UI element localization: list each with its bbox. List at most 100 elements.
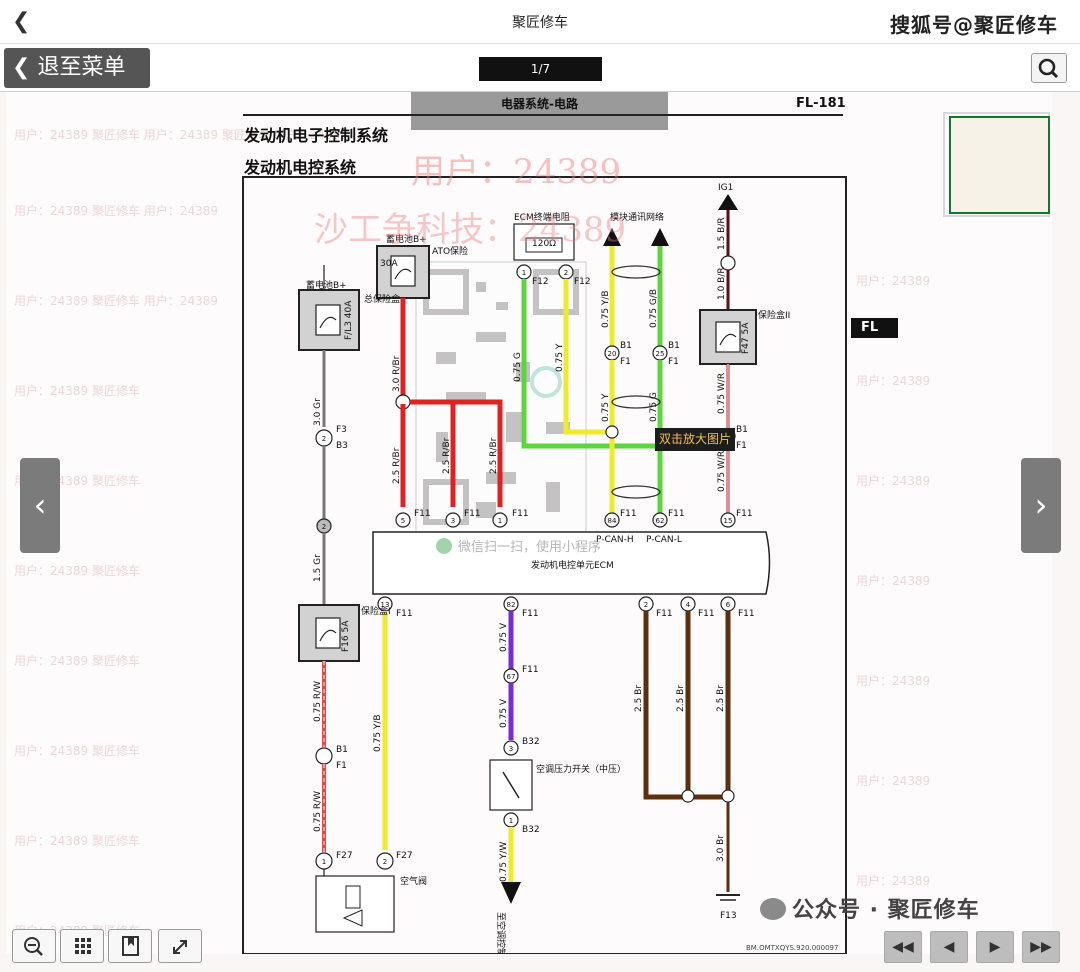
- wechat-icon: [760, 898, 786, 920]
- zoom-hint: 双击放大图片: [655, 428, 735, 451]
- connector-label: F1: [668, 357, 679, 367]
- label-30a: 30A: [380, 259, 398, 269]
- zoom-button[interactable]: [12, 929, 56, 963]
- connector-label: F1: [620, 357, 631, 367]
- search-button[interactable]: [1031, 53, 1067, 83]
- pin-number: 2: [383, 858, 387, 866]
- label-ig1: IG1: [718, 183, 733, 193]
- pin-number: 2: [564, 269, 568, 277]
- connector-label: F11: [736, 509, 753, 519]
- page-thumbnail[interactable]: [943, 112, 1050, 217]
- pin-number: 13: [381, 601, 390, 609]
- connector-label: B1: [668, 341, 680, 351]
- wire-label: 3.0 R/Br: [392, 355, 402, 392]
- wire-label: 3.0 Gr: [313, 398, 323, 426]
- wire-label: 2.5 R/Br: [392, 447, 402, 484]
- bookmark-icon: [122, 936, 139, 956]
- next-page-button[interactable]: ›: [1021, 458, 1061, 553]
- search-icon: [1038, 58, 1059, 79]
- connector-label: F12: [532, 277, 549, 287]
- connector-label: B1: [620, 341, 632, 351]
- connector-label: F11: [396, 609, 413, 619]
- fullscreen-button[interactable]: [158, 929, 202, 963]
- label-fuse-box2: 保险盒II: [758, 309, 790, 321]
- connector-label: F12: [574, 277, 591, 287]
- pin-number: 62: [656, 517, 665, 525]
- back-to-menu-label: 退至菜单: [37, 55, 126, 80]
- wire-label: 0.75 Y: [555, 343, 565, 372]
- pin-number: 2: [322, 435, 326, 443]
- wechat-icon: [436, 538, 452, 554]
- connector-label: F11: [656, 609, 673, 619]
- wechat-hint: 微信扫一扫，使用小程序: [436, 536, 601, 555]
- wire-label: 0.75 W/R: [717, 373, 727, 414]
- connector-label: B32: [522, 825, 540, 835]
- pin-number: 2: [644, 601, 648, 609]
- pin-number: 6: [726, 601, 731, 609]
- connector-label: F11: [668, 509, 685, 519]
- connector-label: F11: [464, 509, 481, 519]
- page-indicator: 1/7: [479, 57, 602, 81]
- wire-label: 0.75 Y/W: [499, 842, 509, 882]
- prev-page-button[interactable]: ‹: [20, 458, 60, 553]
- grid-view-button[interactable]: [60, 929, 104, 963]
- pin-number: 3: [451, 517, 455, 525]
- viewer-toolbar: ❮ 退至菜单 1/7: [0, 44, 1080, 92]
- expand-icon: [173, 940, 187, 954]
- wire-label: 0.75 V: [499, 622, 509, 652]
- wire-label: 0.75 R/W: [313, 681, 323, 722]
- document-page[interactable]: 用户：24389 聚匠修车 用户：24389 聚匠修车 用户：24389 用户：…: [6, 92, 1052, 954]
- pin-number: 25: [656, 350, 665, 358]
- grid-icon: [75, 938, 91, 954]
- connector-label: F11: [414, 509, 431, 519]
- connector-label: F1: [736, 441, 747, 451]
- connector-label: F11: [512, 509, 529, 519]
- back-to-menu-button[interactable]: ❮ 退至菜单: [4, 48, 150, 88]
- connector-label: F11: [522, 665, 539, 675]
- label-pcan-l: P-CAN-L: [646, 535, 682, 545]
- viewer-screen: ❮ 聚匠修车 搜狐号@聚匠修车 ❮ 退至菜单 1/7 用户：24389 聚匠修车…: [0, 0, 1080, 972]
- pin-number: 1: [522, 269, 526, 277]
- connector-label: F1: [336, 761, 347, 771]
- first-page-button[interactable]: ◀◀: [884, 931, 922, 963]
- wire-label: 3.0 Br: [716, 835, 726, 862]
- connector-label: B3: [336, 441, 348, 451]
- app-bar: ❮ 聚匠修车 搜狐号@聚匠修车: [0, 0, 1080, 44]
- pin-number: 20: [608, 350, 617, 358]
- pin-number: 4: [686, 601, 691, 609]
- wire-label: 0.75 V: [499, 698, 509, 728]
- next-button[interactable]: ▶: [976, 931, 1014, 963]
- chevron-left-icon: ❮: [12, 55, 31, 80]
- wire-label: 1.5 B/R: [717, 217, 727, 250]
- wire-label: 0.75 R/W: [313, 791, 323, 832]
- zoom-out-icon: [24, 937, 43, 956]
- connector-label: B32: [522, 737, 540, 747]
- wechat-hint-text: 微信扫一扫，使用小程序: [458, 540, 602, 555]
- connector-label: B1: [736, 425, 748, 435]
- wire-label: 0.75 Y/B: [601, 290, 611, 328]
- publisher-text: 公众号 · 聚匠修车: [792, 898, 980, 923]
- publisher-watermark: 公众号 · 聚匠修车: [760, 892, 980, 924]
- prev-button[interactable]: ◀: [930, 931, 968, 963]
- label-fuse-fl3: F/L3 40A: [344, 300, 354, 340]
- pin-number: 15: [724, 517, 733, 525]
- label-ac-valve: 空气阀: [400, 875, 427, 887]
- pin-number: 1: [509, 817, 513, 825]
- wire-label: 2.5 R/Br: [489, 437, 499, 474]
- wire-label: 0.75 G: [649, 392, 659, 422]
- wire-label: 2.5 Br: [634, 685, 644, 712]
- wire-label: 0.75 W/R: [717, 451, 727, 492]
- user-watermark: 用户：24389: [411, 152, 622, 192]
- connector-label: F3: [336, 425, 347, 435]
- pin-number: 67: [507, 673, 516, 681]
- bookmark-button[interactable]: [108, 929, 152, 963]
- pin-number: 1: [498, 517, 502, 525]
- connector-label: F11: [522, 609, 539, 619]
- label-ecm: 发动机电控单元ECM: [531, 559, 614, 571]
- last-page-button[interactable]: ▶▶: [1022, 931, 1060, 963]
- connector-label: F11: [620, 509, 637, 519]
- label-f16: F16 5A: [341, 620, 351, 652]
- label-ac-switch: 空调压力开关（中压）: [536, 763, 626, 775]
- company-watermark: 沙工争科技：24389: [314, 210, 627, 250]
- pin-number: 1: [322, 858, 326, 866]
